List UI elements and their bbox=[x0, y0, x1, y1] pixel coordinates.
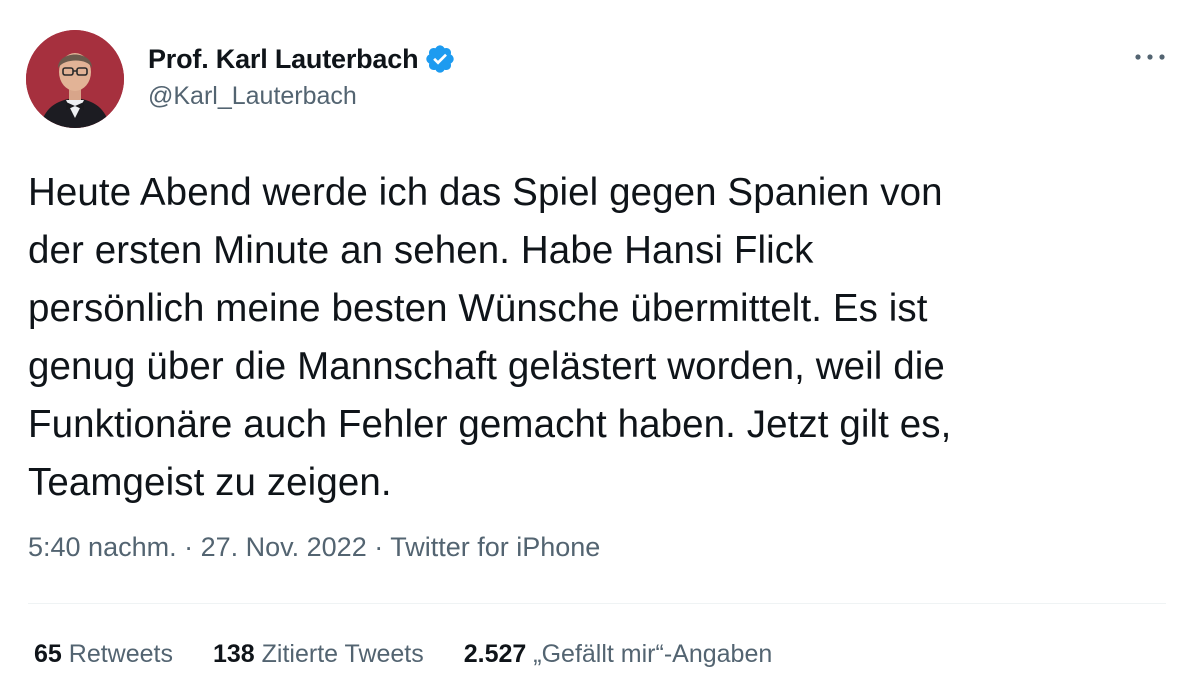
tweet-date[interactable]: 27. Nov. 2022 bbox=[201, 532, 367, 562]
retweets-stat[interactable]: 65 Retweets bbox=[34, 640, 173, 669]
more-icon[interactable] bbox=[1132, 44, 1168, 70]
tweet-meta: 5:40 nachm. · 27. Nov. 2022 · Twitter fo… bbox=[28, 532, 600, 563]
quotes-stat[interactable]: 138 Zitierte Tweets bbox=[213, 640, 424, 669]
divider bbox=[28, 603, 1166, 604]
tweet-text-line: Heute Abend werde ich das Spiel gegen Sp… bbox=[28, 171, 943, 214]
tweet-text: Heute Abend werde ich das Spiel gegen Sp… bbox=[28, 164, 1168, 512]
retweets-count: 65 bbox=[34, 640, 62, 668]
tweet-time[interactable]: 5:40 nachm. bbox=[28, 532, 177, 562]
likes-count: 2.527 bbox=[463, 640, 527, 668]
verified-badge-icon bbox=[424, 43, 456, 75]
avatar[interactable] bbox=[26, 30, 124, 128]
likes-label: „Gefällt mir“-Angaben bbox=[533, 640, 773, 668]
tweet-stats: 65 Retweets 138 Zitierte Tweets 2.527 „G… bbox=[34, 640, 812, 669]
tweet-header: Prof. Karl Lauterbach @Karl_Lauterbach bbox=[26, 30, 1176, 130]
meta-separator: · bbox=[366, 532, 391, 562]
meta-separator: · bbox=[176, 532, 201, 562]
avatar-portrait bbox=[26, 30, 124, 128]
retweets-label: Retweets bbox=[68, 640, 173, 668]
tweet-text-line: der ersten Minute an sehen. Habe Hansi F… bbox=[28, 229, 814, 272]
author-names: Prof. Karl Lauterbach @Karl_Lauterbach bbox=[148, 40, 456, 111]
likes-stat[interactable]: 2.527 „Gefällt mir“-Angaben bbox=[464, 640, 773, 669]
tweet-text-line: Teamgeist zu zeigen. bbox=[28, 461, 392, 504]
tweet-source: Twitter for iPhone bbox=[390, 532, 601, 562]
display-name[interactable]: Prof. Karl Lauterbach bbox=[148, 44, 419, 75]
quotes-count: 138 bbox=[212, 640, 255, 668]
tweet-text-line: persönlich meine besten Wünsche übermitt… bbox=[28, 287, 928, 330]
quotes-label: Zitierte Tweets bbox=[261, 640, 424, 668]
tweet-text-line: genug über die Mannschaft gelästert word… bbox=[28, 345, 945, 388]
display-name-row: Prof. Karl Lauterbach bbox=[148, 40, 456, 78]
tweet-text-line: Funktionäre auch Fehler gemacht haben. J… bbox=[28, 403, 952, 446]
author-handle[interactable]: @Karl_Lauterbach bbox=[148, 82, 456, 111]
